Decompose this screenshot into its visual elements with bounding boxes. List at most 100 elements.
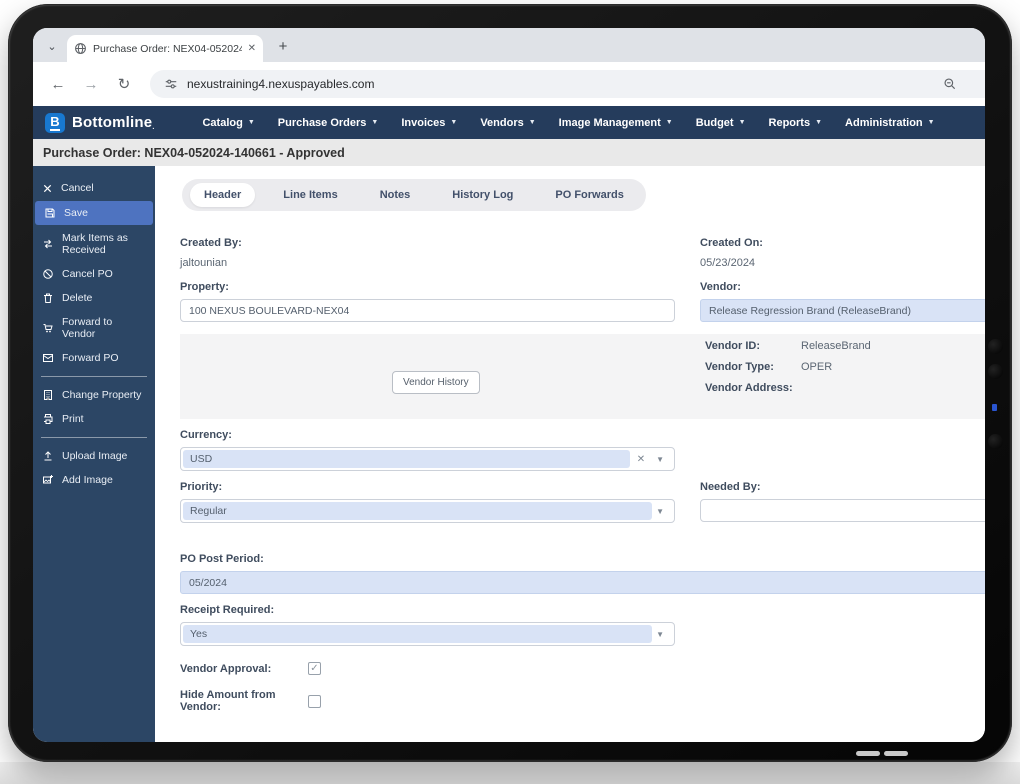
chevron-down-icon[interactable]: ▼ <box>652 455 672 464</box>
nav-image-management[interactable]: Image Management ▼ <box>559 117 673 129</box>
po-post-period-label: PO Post Period: <box>180 553 264 565</box>
chevron-down-icon[interactable]: ▼ <box>652 507 672 516</box>
po-post-period-field[interactable]: 05/2024 <box>180 571 985 594</box>
sidebar-item-label: Cancel PO <box>62 268 113 280</box>
site-settings-icon[interactable] <box>164 77 178 91</box>
sidebar-divider <box>41 376 147 377</box>
vendor-approval-checkbox[interactable]: ✓ <box>308 662 321 675</box>
chevron-down-icon: ▼ <box>247 119 255 126</box>
page-title: Purchase Order: NEX04-052024-140661 - Ap… <box>33 139 985 166</box>
upload-icon <box>44 451 52 461</box>
sidebar-item-add-image[interactable]: Add Image <box>33 468 155 492</box>
tab-history-log[interactable]: History Log <box>438 183 527 207</box>
bezel-camera-icon <box>988 364 1003 379</box>
sidebar-item-save[interactable]: Save <box>35 201 153 225</box>
sidebar-item-cancel-po[interactable]: Cancel PO <box>33 262 155 286</box>
tab-po-forwards[interactable]: PO Forwards <box>541 183 637 207</box>
reload-button[interactable]: ↻ <box>111 71 137 97</box>
vendor-field[interactable]: Release Regression Brand (ReleaseBrand) <box>700 299 985 322</box>
needed-by-field[interactable] <box>700 499 985 522</box>
tablet-foot <box>884 751 908 756</box>
block-icon <box>43 269 53 279</box>
sidebar-item-cancel[interactable]: Cancel <box>33 176 155 200</box>
priority-select[interactable]: Regular ▼ <box>180 499 675 523</box>
sidebar-item-forward-to-vendor[interactable]: Forward to Vendor <box>33 310 155 346</box>
vendor-info-panel: Vendor History Vendor ID: ReleaseBrand V… <box>180 334 985 419</box>
bottomline-logo-icon[interactable]: B <box>45 112 65 133</box>
chevron-down-icon[interactable]: ▼ <box>652 630 672 639</box>
receipt-required-label: Receipt Required: <box>180 604 275 616</box>
action-sidebar: Cancel Save Mark Items as Received Cance… <box>33 166 155 742</box>
tablet-foot <box>856 751 880 756</box>
detail-tabs: Header Line Items Notes History Log PO F… <box>182 179 646 211</box>
property-field[interactable]: 100 NEXUS BOULEVARD-NEX04 <box>180 299 675 322</box>
nav-purchase-orders[interactable]: Purchase Orders ▼ <box>278 117 379 129</box>
currency-label: Currency: <box>180 429 232 441</box>
nav-budget[interactable]: Budget ▼ <box>696 117 746 129</box>
vendor-id-label: Vendor ID: <box>705 340 761 352</box>
sidebar-item-label: Save <box>64 207 88 219</box>
envelope-icon <box>43 354 53 362</box>
reload-icon: ↻ <box>117 76 131 93</box>
logo-letter: B <box>50 113 60 131</box>
tab-search-button[interactable]: ⌄ <box>41 35 63 57</box>
sidebar-item-print[interactable]: Print <box>33 407 155 431</box>
sidebar-item-upload-image[interactable]: Upload Image <box>33 444 155 468</box>
sidebar-item-forward-po[interactable]: Forward PO <box>33 346 155 370</box>
po-header-form: Header Line Items Notes History Log PO F… <box>155 166 985 742</box>
clear-icon[interactable]: ✕ <box>630 454 652 465</box>
tab-header[interactable]: Header <box>190 183 256 207</box>
zoom-out-icon[interactable] <box>943 77 957 91</box>
nav-vendors[interactable]: Vendors ▼ <box>480 117 535 129</box>
nav-reports[interactable]: Reports ▼ <box>769 117 823 129</box>
forward-button[interactable]: → <box>78 71 104 97</box>
check-icon: ✓ <box>310 663 319 674</box>
save-icon <box>45 208 55 218</box>
nav-catalog[interactable]: Catalog ▼ <box>202 117 254 129</box>
created-by-value: jaltounian <box>180 257 228 269</box>
chevron-down-icon: ▼ <box>528 119 536 126</box>
created-by-label: Created By: <box>180 237 242 249</box>
tab-notes[interactable]: Notes <box>366 183 425 207</box>
sidebar-item-delete[interactable]: Delete <box>33 286 155 310</box>
back-arrow-icon: ← <box>50 75 66 93</box>
sidebar-item-mark-items-received[interactable]: Mark Items as Received <box>33 226 155 262</box>
sidebar-divider <box>41 437 147 438</box>
vendor-history-button[interactable]: Vendor History <box>392 371 480 394</box>
tablet-frame: ⌄ Purchase Order: NEX04-052024 ✕ + ← → ↻… <box>8 4 1012 762</box>
currency-value: USD <box>183 450 630 468</box>
globe-favicon-icon <box>75 43 86 54</box>
tab-close-icon[interactable]: ✕ <box>248 43 256 54</box>
bezel-led-icon <box>992 404 997 411</box>
chevron-down-icon: ▼ <box>927 119 935 126</box>
printer-icon <box>44 414 53 424</box>
nav-invoices[interactable]: Invoices ▼ <box>401 117 457 129</box>
chevron-down-icon: ▼ <box>450 119 458 126</box>
back-button[interactable]: ← <box>45 71 71 97</box>
browser-tab[interactable]: Purchase Order: NEX04-052024 ✕ <box>67 35 263 62</box>
browser-toolbar: ← → ↻ nexustraining4.nexuspayables.com <box>33 62 985 106</box>
vendor-type-value: OPER <box>801 361 833 373</box>
sidebar-item-label: Forward to Vendor <box>62 316 113 340</box>
new-tab-button[interactable]: + <box>271 34 295 58</box>
sidebar-item-label: Print <box>62 413 84 425</box>
address-bar[interactable]: nexustraining4.nexuspayables.com <box>150 70 985 98</box>
chevron-down-icon: ▼ <box>371 119 379 126</box>
currency-select[interactable]: USD ✕ ▼ <box>180 447 675 471</box>
building-icon <box>44 390 52 400</box>
sidebar-item-label: Add Image <box>62 474 113 486</box>
sidebar-item-label: Change Property <box>62 389 142 401</box>
nav-administration[interactable]: Administration ▼ <box>845 117 935 129</box>
tab-line-items[interactable]: Line Items <box>269 183 351 207</box>
sidebar-item-change-property[interactable]: Change Property <box>33 383 155 407</box>
url-text[interactable]: nexustraining4.nexuspayables.com <box>187 77 934 91</box>
image-plus-icon <box>43 475 53 484</box>
chevron-down-icon: ▼ <box>738 119 746 126</box>
chevron-down-icon: ▼ <box>815 119 823 126</box>
main-nav: Catalog ▼ Purchase Orders ▼ Invoices ▼ Vend… <box>202 117 934 129</box>
x-icon <box>43 184 52 192</box>
app-header: B Bottomline. Catalog ▼ Purchase Orders ▼ … <box>33 106 985 139</box>
sidebar-item-label: Delete <box>62 292 93 304</box>
hide-amount-checkbox[interactable] <box>308 694 321 708</box>
receipt-required-select[interactable]: Yes ▼ <box>180 622 675 646</box>
